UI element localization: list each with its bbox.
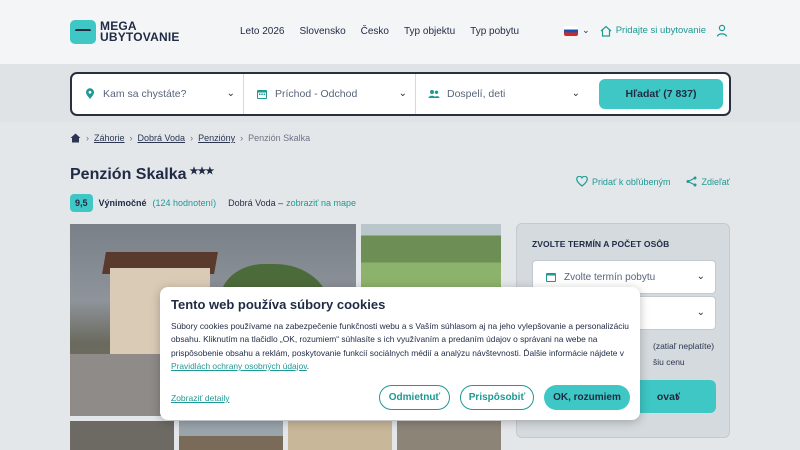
breadcrumb-current: Penzión Skalka: [248, 133, 311, 143]
site-header: MEGA UBYTOVANIE Leto 2026 Slovensko Česk…: [0, 0, 800, 64]
breadcrumb-separator-icon: ›: [190, 133, 194, 143]
breadcrumb-separator-icon: ›: [240, 133, 244, 143]
chevron-right-icon: ›: [676, 390, 681, 403]
header-actions: ⌄ Pridajte si ubytovanie: [564, 24, 728, 37]
cookie-body-end: .: [306, 360, 310, 371]
customize-cookies-button[interactable]: Prispôsobiť: [460, 385, 534, 410]
nav-item-stay-type[interactable]: Typ pobytu: [470, 26, 519, 37]
thumbnail-photo[interactable]: [179, 421, 283, 450]
nav-item-slovakia[interactable]: Slovensko: [300, 26, 346, 37]
calendar-icon: [546, 273, 556, 282]
logo-bed-icon: [70, 20, 96, 44]
breadcrumb-separator-icon: ›: [129, 133, 133, 143]
guests-placeholder: Dospelí, deti: [447, 88, 506, 100]
guests-field[interactable]: Dospelí, deti ⌄: [416, 74, 588, 114]
reject-cookies-button[interactable]: Odmietnuť: [379, 385, 450, 410]
main-nav: Leto 2026 Slovensko Česko Typ objektu Ty…: [240, 26, 519, 37]
breadcrumb-separator-icon: ›: [86, 133, 89, 143]
destination-field[interactable]: Kam sa chystáte? ⌄: [72, 74, 244, 114]
share-icon: [686, 176, 697, 187]
property-actions: Pridať k obľúbeným Zdieľať: [576, 176, 730, 187]
dates-placeholder: Príchod - Odchod: [275, 88, 358, 100]
booking-note-price: šiu cenu: [653, 357, 685, 367]
stay-date-placeholder: Zvolte termín pobytu: [564, 271, 656, 283]
cookie-body: Súbory cookies používame na zabezpečenie…: [171, 320, 629, 373]
home-icon[interactable]: [70, 133, 81, 143]
nav-item-czechia[interactable]: Česko: [361, 26, 389, 37]
privacy-policy-link[interactable]: Pravidlách ochrany osobných údajov: [171, 361, 307, 371]
nav-item-summer[interactable]: Leto 2026: [240, 26, 285, 37]
show-details-link[interactable]: Zobraziť detaily: [171, 393, 229, 403]
breadcrumb-region[interactable]: Záhorie: [94, 133, 125, 143]
reviews-count-link[interactable]: (124 hodnotení): [153, 198, 217, 208]
people-icon: [428, 90, 440, 98]
search-button[interactable]: Hľadať (7 837): [599, 79, 723, 109]
logo-text: MEGA UBYTOVANIE: [100, 20, 180, 44]
share-button[interactable]: Zdieľať: [686, 176, 730, 187]
dates-field[interactable]: Príchod - Odchod ⌄: [244, 74, 416, 114]
show-on-map-link[interactable]: zobraziť na mape: [286, 198, 356, 208]
photo-thumbnails: [70, 421, 501, 450]
map-pin-icon: [86, 88, 94, 99]
star-rating: ★★★: [189, 166, 215, 177]
breadcrumb-town[interactable]: Dobrá Voda: [138, 133, 186, 143]
property-name: Penzión Skalka: [70, 166, 187, 183]
cookie-title: Tento web používa súbory cookies: [171, 297, 386, 312]
thumbnail-photo[interactable]: [288, 421, 392, 450]
chevron-down-icon: ⌄: [696, 307, 705, 318]
home-icon: [600, 25, 612, 37]
chevron-down-icon: ⌄: [571, 88, 580, 99]
review-score-label: Výnimočné: [98, 198, 147, 208]
search-bar: Kam sa chystáte? ⌄ Príchod - Odchod ⌄ Do…: [70, 72, 731, 116]
booking-note-payment: (zatiaľ neplatíte): [653, 341, 715, 351]
location-text: Dobrá Voda –: [228, 198, 284, 208]
add-listing-label: Pridajte si ubytovanie: [615, 25, 706, 36]
logo-line2: UBYTOVANIE: [100, 30, 180, 44]
user-icon[interactable]: [716, 24, 728, 37]
page-title: Penzión Skalka ★★★: [70, 166, 215, 184]
chevron-down-icon: ⌄: [226, 88, 235, 99]
cookie-body-text: Súbory cookies používame na zabezpečenie…: [171, 321, 629, 358]
nav-item-property-type[interactable]: Typ objektu: [404, 26, 455, 37]
page: MEGA UBYTOVANIE Leto 2026 Slovensko Česk…: [0, 0, 800, 450]
heart-icon: [576, 176, 588, 187]
language-switcher[interactable]: ⌄: [564, 25, 590, 36]
add-favorite-label: Pridať k obľúbeným: [591, 176, 671, 187]
breadcrumb-type[interactable]: Penzióny: [198, 133, 235, 143]
share-label: Zdieľať: [701, 176, 730, 187]
calendar-icon: [257, 90, 267, 99]
thumbnail-photo[interactable]: [70, 421, 174, 450]
chevron-down-icon: ⌄: [696, 271, 705, 282]
search-section: Kam sa chystáte? ⌄ Príchod - Odchod ⌄ Do…: [0, 64, 800, 122]
destination-placeholder: Kam sa chystáte?: [103, 88, 187, 100]
breadcrumb: › Záhorie › Dobrá Voda › Penzióny › Penz…: [70, 133, 310, 143]
add-listing-link[interactable]: Pridajte si ubytovanie: [600, 25, 706, 37]
accept-cookies-button[interactable]: OK, rozumiem: [544, 385, 630, 410]
side-photo[interactable]: [361, 224, 501, 288]
chevron-down-icon: ⌄: [582, 25, 590, 35]
chevron-down-icon: ⌄: [398, 88, 407, 99]
site-logo[interactable]: MEGA UBYTOVANIE: [70, 20, 180, 44]
slovak-flag-icon: [564, 25, 579, 36]
thumbnail-photo[interactable]: [397, 421, 501, 450]
cookie-consent-dialog: Tento web používa súbory cookies Súbory …: [160, 287, 640, 420]
rating-row: 9,5 Výnimočné (124 hodnotení) Dobrá Voda…: [70, 194, 356, 212]
review-score-badge: 9,5: [70, 194, 93, 212]
add-favorite-button[interactable]: Pridať k obľúbeným: [576, 176, 671, 187]
booking-heading: ZVOLTE TERMÍN A POČET OSÔB: [532, 239, 670, 249]
